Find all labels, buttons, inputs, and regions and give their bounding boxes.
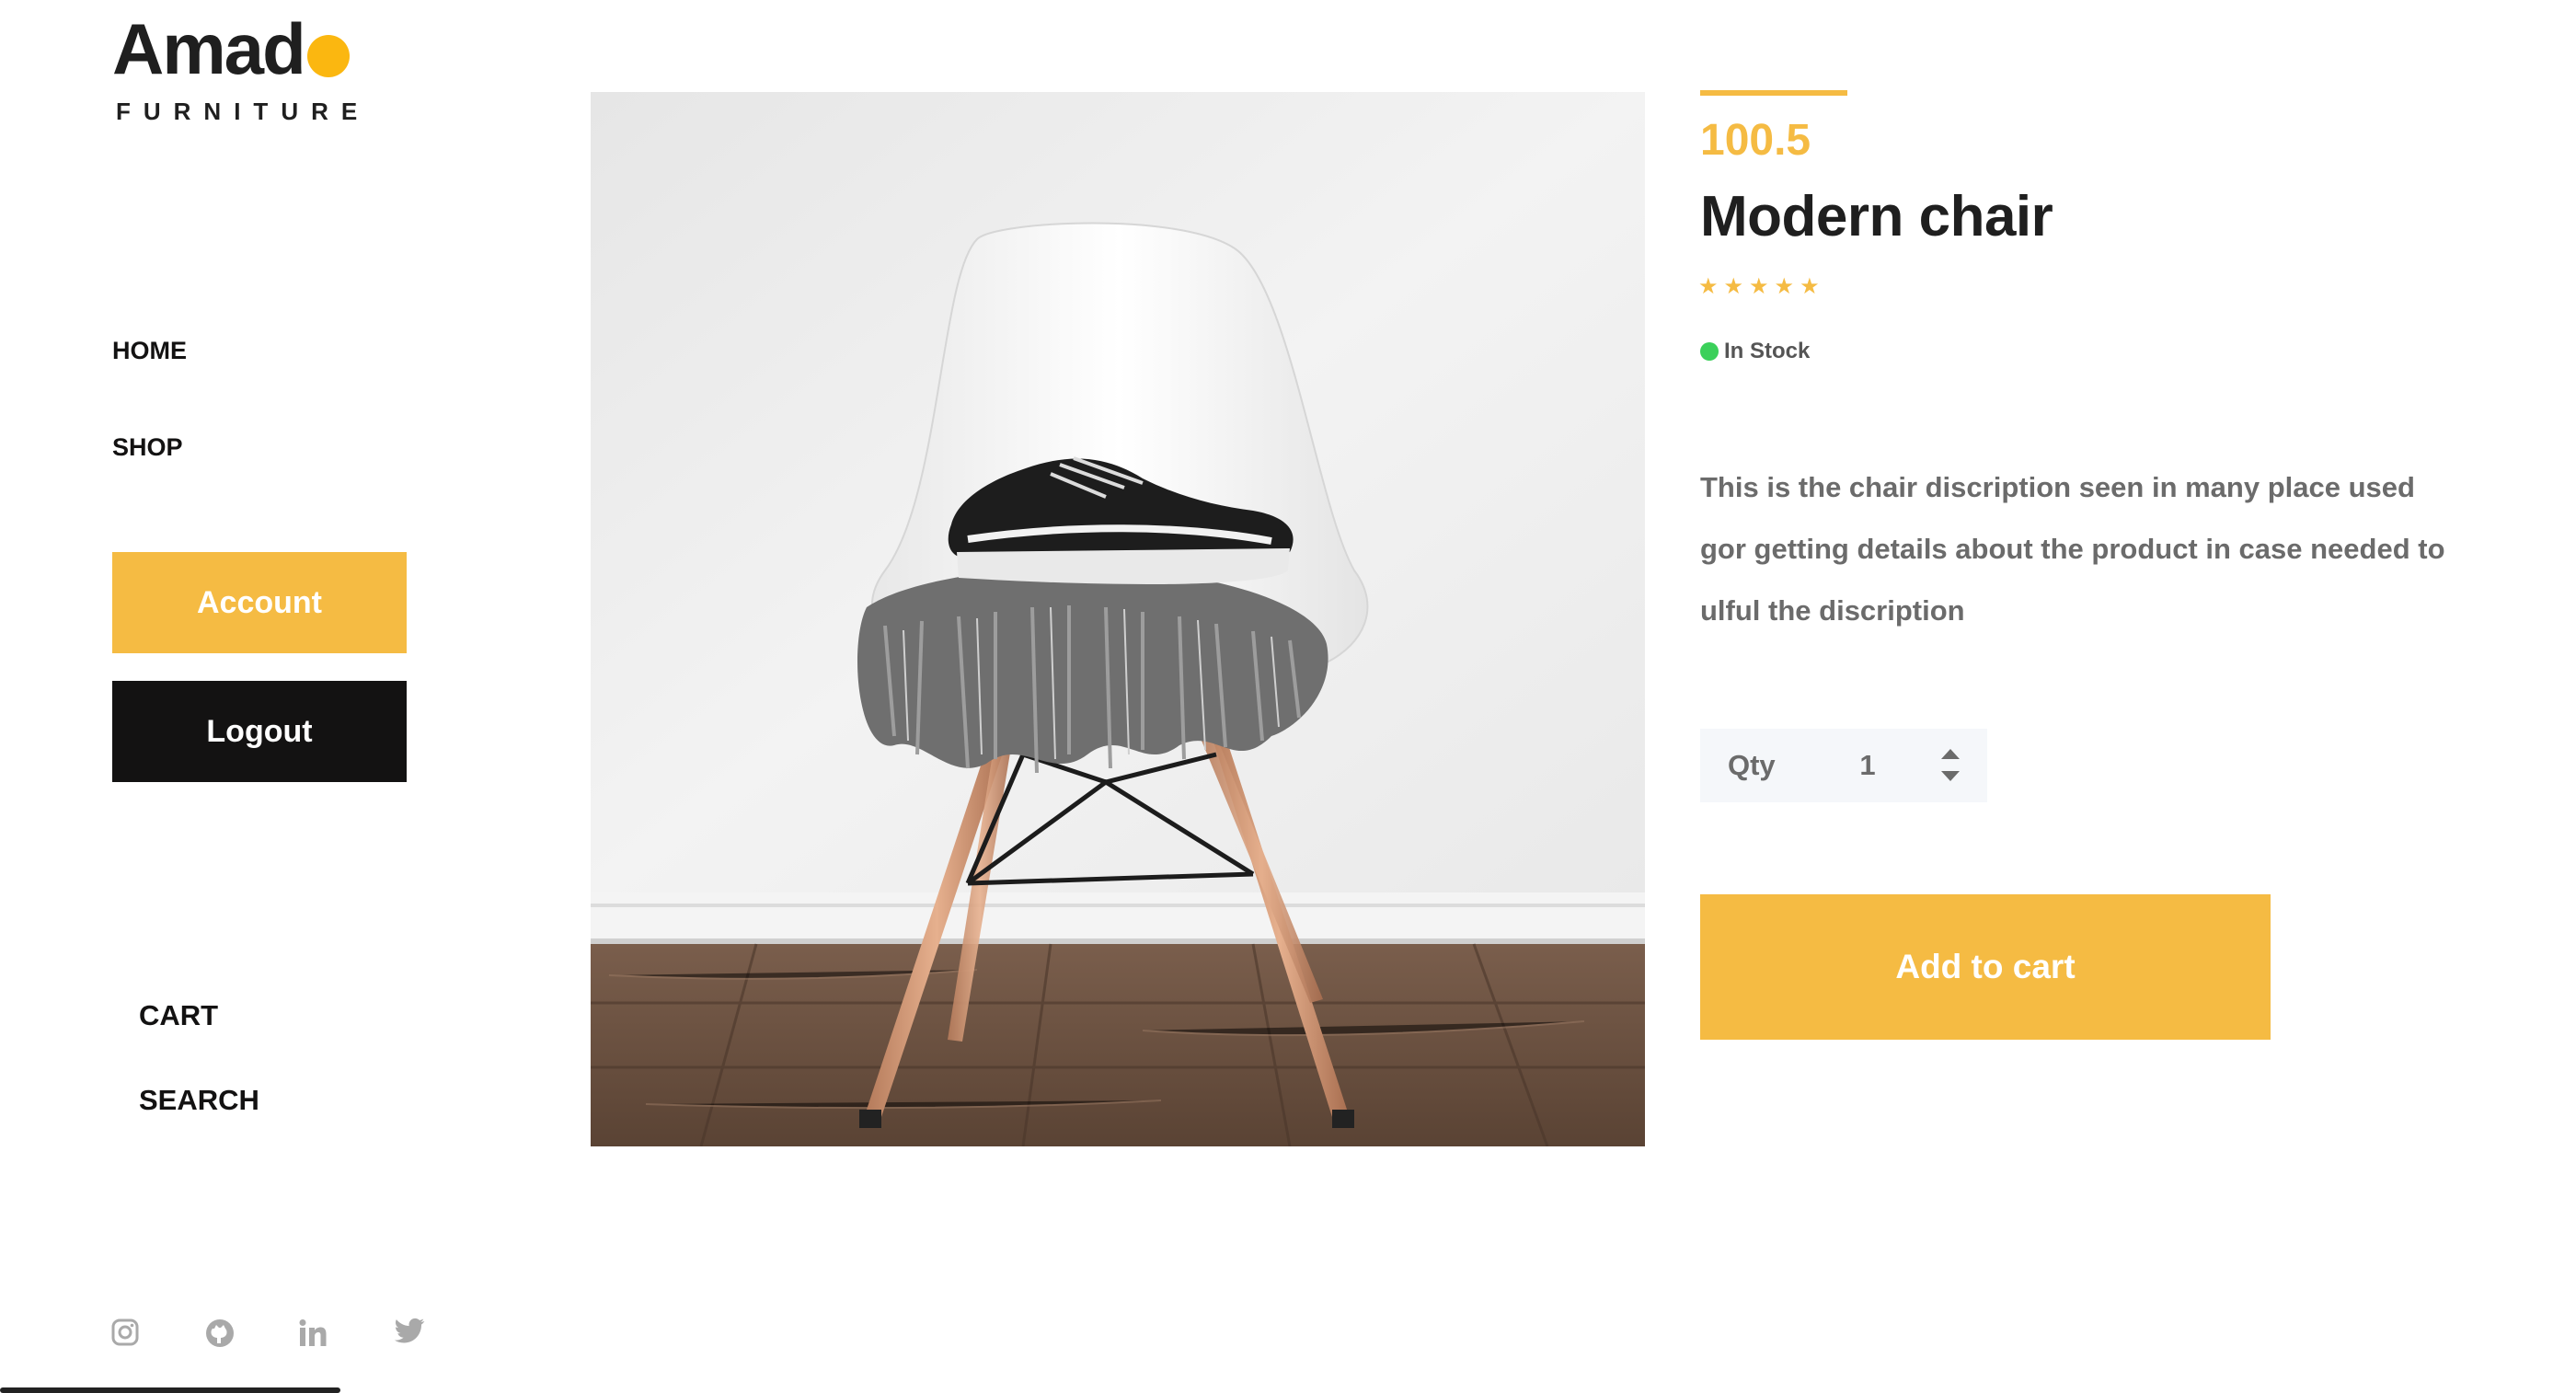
logo-tagline: FURNITURE: [116, 98, 371, 125]
star-icon: ★: [1723, 274, 1744, 299]
linkedin-icon[interactable]: [297, 1318, 328, 1353]
logo-wordmark: Amad: [112, 13, 370, 85]
rating-stars: ★ ★ ★ ★ ★: [1698, 276, 1820, 298]
nav-home[interactable]: HOME: [112, 337, 187, 365]
qty-decrease-icon[interactable]: [1941, 771, 1960, 781]
star-icon: ★: [1774, 274, 1795, 299]
qty-label: Qty: [1728, 749, 1776, 781]
nav-shop[interactable]: SHOP: [112, 433, 183, 462]
nav-search[interactable]: SEARCH: [139, 1084, 259, 1117]
qty-input[interactable]: [1838, 737, 1897, 794]
instagram-icon[interactable]: [110, 1318, 140, 1352]
logo-dot: [306, 35, 350, 77]
stock-status: In Stock: [1700, 339, 1810, 364]
product-description: This is the chair discription seen in ma…: [1700, 471, 2445, 627]
price-accent-bar: [1700, 90, 1847, 96]
window-edge-bar: [0, 1387, 340, 1393]
twitter-icon[interactable]: [394, 1318, 425, 1350]
account-button[interactable]: Account: [112, 552, 407, 653]
brand-logo[interactable]: Amad FURNITURE: [112, 13, 370, 126]
nav-cart[interactable]: CART: [139, 999, 218, 1032]
stock-label: In Stock: [1724, 339, 1811, 363]
star-icon: ★: [1698, 274, 1719, 299]
stock-dot-icon: [1700, 342, 1719, 361]
product-title: Modern chair: [1700, 185, 2053, 248]
product-price: 100.5: [1700, 116, 1811, 165]
product-page: Amad FURNITURE HOME SHOP Account Logout …: [0, 0, 2576, 1393]
star-icon: ★: [1800, 274, 1820, 299]
logo-text: Amad: [112, 8, 306, 89]
github-icon[interactable]: [204, 1318, 236, 1353]
qty-increase-icon[interactable]: [1941, 749, 1960, 759]
logout-button[interactable]: Logout: [112, 681, 407, 782]
quantity-stepper: Qty: [1700, 729, 1987, 802]
product-image: [591, 92, 1645, 1146]
star-icon: ★: [1749, 274, 1769, 299]
add-to-cart-button[interactable]: Add to cart: [1700, 894, 2271, 1040]
